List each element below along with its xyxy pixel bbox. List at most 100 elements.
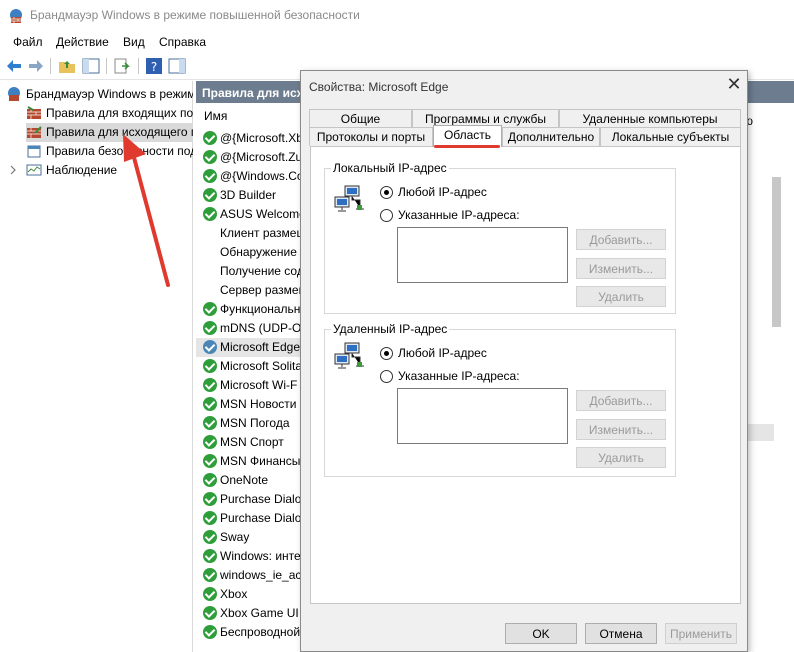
enabled-check-icon [203,378,217,392]
remote-remove-button[interactable]: Удалить [576,447,666,468]
enabled-check-icon [203,549,217,563]
tab-remote-computers[interactable]: Удаленные компьютеры [559,109,741,128]
table-row[interactable]: Purchase Dialog [196,490,304,509]
local-specific-ip-radio[interactable] [380,209,393,222]
tab-protocols-ports[interactable]: Протоколы и порты [309,127,433,146]
table-row[interactable]: Microsoft Solita [196,357,304,376]
ok-button[interactable]: OK [505,623,577,644]
folder-up-icon[interactable] [58,57,76,75]
tab-local-principals[interactable]: Локальные субъекты [600,127,741,146]
tree-item-root[interactable]: Брандмауэр Windows в режим [6,85,193,104]
rule-name: Purchase Dialog [220,511,304,525]
column-header-name[interactable]: Имя [196,109,304,127]
rule-name: Sway [220,530,250,544]
local-remove-button[interactable]: Удалить [576,286,666,307]
local-any-ip-radio[interactable] [380,186,393,199]
table-row[interactable]: windows_ie_ac_ [196,566,304,585]
table-row[interactable]: mDNS (UDP-Ou [196,319,304,338]
rules-list-panel: Правила для исх Имя @{Microsoft.Xb @{Micr… [196,81,304,652]
remote-add-button[interactable]: Добавить... [576,390,666,411]
scrollbar-thumb[interactable] [772,177,781,327]
table-row[interactable]: 3D Builder [196,186,304,205]
table-row[interactable]: MSN Финансы [196,452,304,471]
enabled-check-icon [203,207,217,221]
rule-name: Беспроводной [220,625,301,639]
table-row[interactable]: Обнаружение [196,243,304,262]
enabled-check-icon [203,473,217,487]
rule-name: MSN Финансы [220,454,301,468]
remote-specific-ip-radio[interactable] [380,370,393,383]
table-row[interactable]: Получение сод [196,262,304,281]
remote-any-ip-radio[interactable] [380,347,393,360]
table-row[interactable]: Сервер размец [196,281,304,300]
enabled-check-icon [203,397,217,411]
show-hide-tree-icon[interactable] [82,57,100,75]
right-list-area: ю [740,81,794,652]
remote-edit-button[interactable]: Изменить... [576,419,666,440]
table-row[interactable]: Функциональн [196,300,304,319]
remote-specific-ip-label: Указанные IP-адреса: [398,369,520,383]
table-row[interactable]: Microsoft Edge [196,338,304,357]
rule-name: Функциональн [220,302,301,316]
action-pane-icon[interactable] [168,57,186,75]
enabled-check-icon [203,131,217,145]
enabled-check-icon [203,511,217,525]
apply-button[interactable]: Применить [665,623,737,644]
table-row[interactable]: MSN Спорт [196,433,304,452]
back-arrow-icon[interactable] [5,57,23,75]
enabled-check-icon [203,454,217,468]
firewall-icon [8,87,20,101]
menu-bar: Файл Действие Вид Справка [0,32,794,52]
enabled-check-icon [203,625,217,639]
rule-name: Microsoft Wi-F [220,378,298,392]
rule-name: OneNote [220,473,269,487]
help-icon[interactable]: ? [145,57,163,75]
menu-file[interactable]: Файл [13,35,43,49]
rule-name: @{Microsoft.Zu [220,150,303,164]
cancel-button[interactable]: Отмена [585,623,657,644]
tab-general[interactable]: Общие [309,109,412,128]
tree-item-label: Наблюдение [46,163,118,177]
chevron-right-icon[interactable] [8,162,18,178]
table-row[interactable]: Xbox [196,585,304,604]
table-row[interactable]: Purchase Dialog [196,509,304,528]
forward-arrow-icon[interactable] [27,57,45,75]
tab-advanced[interactable]: Дополнительно [502,127,600,146]
table-row[interactable]: @{Microsoft.Zu [196,148,304,167]
rule-name: Клиент размец [220,226,304,240]
close-icon[interactable]: ✕ [724,75,744,95]
enabled-check-icon [203,321,217,335]
remote-ip-legend: Удаленный IP-адрес [331,322,450,336]
table-row[interactable]: Xbox Game UI [196,604,304,623]
table-row[interactable]: Sway [196,528,304,547]
toolbar-separator [138,58,139,74]
export-list-icon[interactable] [113,57,131,75]
table-row[interactable]: Microsoft Wi-F [196,376,304,395]
enabled-check-icon [203,188,217,202]
table-row[interactable]: @{Microsoft.Xb [196,129,304,148]
rule-name: mDNS (UDP-Ou [220,321,304,335]
menu-help[interactable]: Справка [159,35,206,49]
local-add-button[interactable]: Добавить... [576,229,666,250]
table-row[interactable]: ASUS Welcome [196,205,304,224]
menu-action[interactable]: Действие [56,35,109,49]
right-header-bar [740,81,794,103]
table-row[interactable]: OneNote [196,471,304,490]
network-computers-icon [334,185,364,212]
rule-name: Xbox [220,587,248,601]
table-row[interactable]: MSN Погода [196,414,304,433]
rule-name: Сервер размец [220,283,304,297]
table-row[interactable]: Windows: инте [196,547,304,566]
table-row[interactable]: Беспроводной [196,623,304,642]
table-row[interactable]: Клиент размец [196,224,304,243]
local-ip-listbox[interactable] [397,227,568,283]
remote-ip-listbox[interactable] [397,388,568,444]
toolbar-separator [50,58,51,74]
enabled-check-icon [203,435,217,449]
tab-scope[interactable]: Область [433,125,502,147]
window-titlebar: Брандмауэр Windows в режиме повышенной б… [0,0,794,32]
table-row[interactable]: @{Windows.Co [196,167,304,186]
table-row[interactable]: MSN Новости [196,395,304,414]
local-edit-button[interactable]: Изменить... [576,258,666,279]
menu-view[interactable]: Вид [123,35,145,49]
